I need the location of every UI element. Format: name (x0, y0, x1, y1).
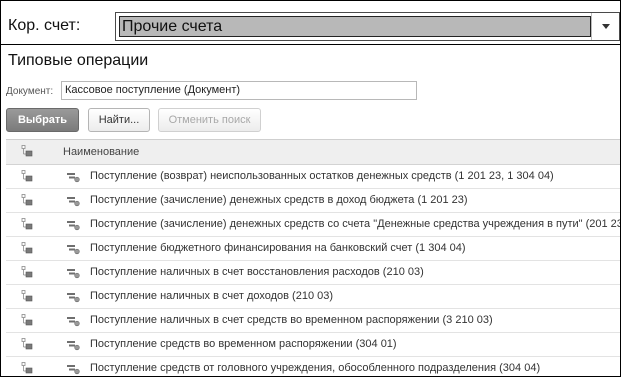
table-header: Наименование (6, 140, 620, 165)
operation-icon (67, 221, 80, 231)
panel-title: Типовые операции (8, 52, 149, 69)
account-select-value[interactable]: Прочие счета (119, 16, 591, 37)
account-label: Кор. счет: (8, 17, 81, 34)
hierarchy-icon (21, 194, 33, 206)
operation-icon (67, 341, 80, 351)
table-row[interactable]: Поступление средств во временном распоря… (6, 333, 620, 357)
hierarchy-icon (21, 266, 33, 278)
table-row[interactable]: Поступление бюджетного финансирования на… (6, 237, 620, 261)
account-select[interactable]: Прочие счета (115, 12, 620, 41)
hierarchy-icon (21, 362, 33, 374)
row-name: Поступление средств от головного учрежде… (90, 362, 541, 374)
hierarchy-icon (21, 218, 33, 230)
row-name: Поступление бюджетного финансирования на… (90, 242, 466, 254)
row-name: Поступление (зачисление) денежных средст… (90, 194, 468, 206)
operation-icon (67, 293, 80, 303)
row-name: Поступление средств во временном распоря… (90, 338, 397, 350)
table-row[interactable]: Поступление наличных в счет средств во в… (6, 309, 620, 333)
operations-table: Наименование Поступление (возврат) неисп… (6, 139, 620, 376)
row-name: Поступление (возврат) неиспользованных о… (90, 170, 554, 182)
table-row[interactable]: Поступление наличных в счет доходов (210… (6, 285, 620, 309)
row-name: Поступление наличных в счет восстановлен… (90, 266, 424, 278)
table-row[interactable]: Поступление (возврат) неиспользованных о… (6, 165, 620, 189)
table-body: Поступление (возврат) неиспользованных о… (6, 165, 620, 376)
document-field[interactable]: Кассовое поступление (Документ) (61, 81, 417, 100)
hierarchy-icon (21, 290, 33, 302)
operation-icon (67, 197, 80, 207)
typical-operations-panel: Типовые операции Документ: Кассовое пост… (0, 44, 621, 377)
chevron-down-icon[interactable] (591, 13, 619, 40)
operation-icon (67, 173, 80, 183)
row-name: Поступление наличных в счет доходов (210… (90, 290, 334, 302)
operation-icon (67, 365, 80, 375)
hierarchy-icon (21, 170, 33, 182)
row-name: Поступление наличных в счет средств во в… (90, 314, 493, 326)
table-row[interactable]: Поступление средств от головного учрежде… (6, 357, 620, 376)
operation-icon (67, 269, 80, 279)
table-row[interactable]: Поступление (зачисление) денежных средст… (6, 213, 620, 237)
table-row[interactable]: Поступление наличных в счет восстановлен… (6, 261, 620, 285)
column-header-name[interactable]: Наименование (63, 146, 139, 158)
hierarchy-icon (21, 338, 33, 350)
cancel-search-button[interactable]: Отменить поиск (158, 108, 261, 132)
document-label: Документ: (6, 86, 54, 97)
hierarchy-icon (21, 242, 33, 254)
operation-icon (67, 245, 80, 255)
select-button[interactable]: Выбрать (6, 108, 79, 132)
operation-icon (67, 317, 80, 327)
hierarchy-icon[interactable] (21, 145, 33, 157)
row-name: Поступление (зачисление) денежных средст… (90, 218, 621, 230)
account-bar: Кор. счет: Прочие счета (0, 0, 621, 45)
table-row[interactable]: Поступление (зачисление) денежных средст… (6, 189, 620, 213)
hierarchy-icon (21, 314, 33, 326)
find-button[interactable]: Найти... (88, 108, 150, 132)
